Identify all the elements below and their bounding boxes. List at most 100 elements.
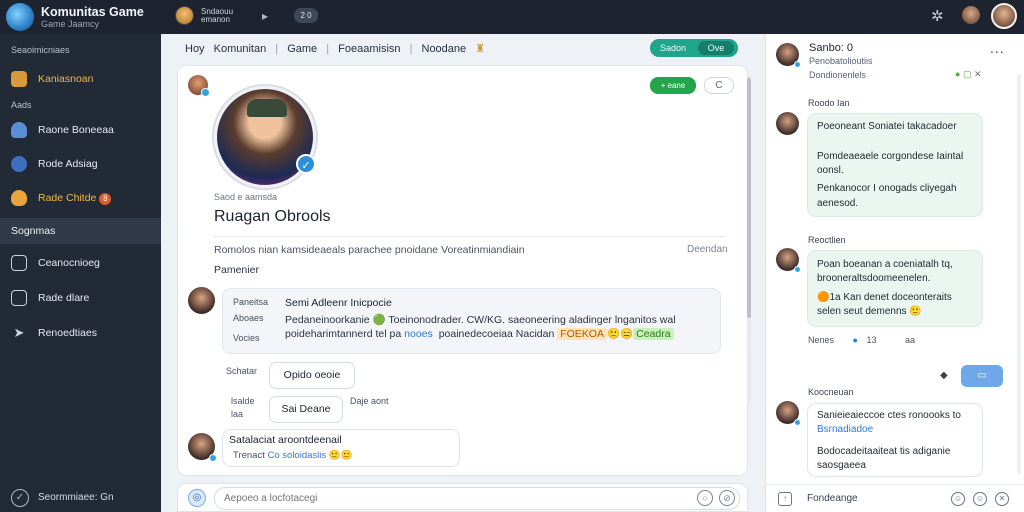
- thread-label: Roodo Ian: [808, 98, 850, 108]
- room-title: Ruagan Obrools: [214, 208, 331, 225]
- breadcrumb: Hoy Komunitan | Game | Foeaamisisn | Noo…: [185, 43, 486, 55]
- sidebar-item-rade-chitde[interactable]: Rade Chitde 8: [0, 185, 161, 211]
- message-bubble: Paneitsa Aboaes Vocies Semi Adleenr Inic…: [222, 288, 721, 354]
- thread-bubble: Poeoneant Soniatei takacadoer Pomdeaeael…: [807, 113, 983, 217]
- option-button[interactable]: Opido oeoie: [269, 362, 355, 389]
- tag-chip: FOEKOA: [557, 328, 607, 340]
- thread-bubble: Sanieieaieccoe ctes ronoooks to Bsrnadia…: [807, 403, 983, 477]
- app-subtitle: Game Jaamcy: [41, 19, 100, 29]
- section-title: Pamenier: [214, 264, 259, 276]
- thread-avatar[interactable]: [776, 248, 801, 273]
- attach-icon[interactable]: ↑: [778, 492, 792, 506]
- add-button[interactable]: + eane: [650, 77, 696, 94]
- panel-subtitle: Penobatolioutiis: [809, 56, 873, 66]
- message-text: Trenact Co soloidaslis 🙂🙂: [233, 450, 353, 461]
- panel-composer: ↑ Fondeange ☺ ☺ ✕: [766, 484, 1024, 512]
- message-text: Pedaneinoorkanie 🟢 Toeinonodrader. CW/KG…: [285, 314, 676, 326]
- thread-avatar[interactable]: [776, 112, 799, 135]
- breadcrumb-item[interactable]: Komunitan: [214, 43, 267, 55]
- sidebar-section-title: Aads: [11, 100, 32, 110]
- trophy-icon: ♜: [475, 43, 486, 55]
- app-title: Komunitas Game: [41, 5, 144, 19]
- send-icon: ➤: [13, 325, 25, 340]
- sidebar-item-renoedtiaes[interactable]: ➤ Renoedtiaes: [0, 320, 161, 346]
- divider: [214, 236, 725, 237]
- monitor-icon: [11, 255, 27, 271]
- emoji-icon[interactable]: ☺: [973, 492, 987, 506]
- gear-icon[interactable]: ✲: [931, 7, 944, 25]
- sidebar-item-rade-dlare[interactable]: Rade dlare: [0, 285, 161, 311]
- emoji-icon[interactable]: ☺: [951, 492, 965, 506]
- profile-icon[interactable]: [962, 6, 980, 24]
- clear-icon[interactable]: ✕: [995, 492, 1009, 506]
- more-icon[interactable]: ...: [990, 40, 1005, 56]
- top-bar: Komunitas Game Game Jaamcy Sndaouu emano…: [0, 0, 1024, 34]
- room-meta: Saod e aamsda: [214, 192, 278, 202]
- attach-icon[interactable]: ◎: [188, 489, 206, 507]
- owner-avatar[interactable]: [188, 75, 210, 97]
- user-avatar[interactable]: [175, 6, 194, 25]
- sidebar-item-active[interactable]: Sognmas: [0, 218, 161, 244]
- breadcrumb-item[interactable]: Foeaamisisn: [338, 43, 400, 55]
- notification-badge: 8: [99, 193, 112, 205]
- edit-icon: [11, 290, 27, 306]
- room-description: Romolos nian kamsideaeals parachee pnoid…: [214, 244, 525, 256]
- join-dropdown[interactable]: Ove: [698, 41, 734, 55]
- sidebar-footer: Seormmiaee: Gn: [38, 492, 114, 503]
- panel-actions[interactable]: ● ▢ ✕: [955, 69, 982, 80]
- panel-title: Sanbo: 0: [809, 42, 854, 54]
- message-input[interactable]: [214, 487, 740, 510]
- emoji-icon[interactable]: ○: [697, 490, 713, 506]
- refresh-button[interactable]: C: [704, 77, 734, 94]
- right-panel: Sanbo: 0 Penobatolioutiis Dondionenlels …: [765, 34, 1024, 512]
- fire-icon: [11, 190, 27, 206]
- panel-avatar[interactable]: [776, 43, 801, 68]
- tag-chip: Ceadra: [633, 328, 674, 340]
- option-hint: Daje aont: [350, 396, 389, 406]
- room-action-link[interactable]: Deendan: [687, 244, 728, 255]
- message-title: Satalaciat aroontdeenail: [229, 434, 342, 446]
- thread-label: Koocneuan: [808, 387, 854, 397]
- composer: ◎ ○ ⊘: [177, 483, 748, 512]
- sidebar-item-rode[interactable]: Rode Adsiag: [0, 151, 161, 177]
- rocket-icon: [11, 122, 27, 138]
- thread-avatar[interactable]: [776, 401, 801, 426]
- breadcrumb-item[interactable]: Game: [287, 43, 317, 55]
- thread-bubble: Poan boeanan a coeniatalh tq, brooneralt…: [807, 250, 983, 327]
- send-icon[interactable]: ⊘: [719, 490, 735, 506]
- settings-icon[interactable]: ✓: [11, 489, 29, 507]
- option-button[interactable]: Sai Deane: [269, 396, 343, 423]
- scrollbar-thumb[interactable]: [747, 78, 751, 318]
- expand-button[interactable]: ▭: [961, 365, 1003, 387]
- message-text: poideharimtannerd tel pa nooes poainedeco…: [285, 327, 674, 340]
- sidebar-item-raone[interactable]: Raone Boneeaa: [0, 117, 161, 143]
- play-icon[interactable]: ▸: [262, 9, 268, 23]
- join-button[interactable]: Sadon Ove: [650, 39, 738, 57]
- room-card: + eane C ✓ Saod e aamsda Ruagan Obrools …: [177, 65, 748, 476]
- sidebar: Seaoimicniaes Kaniasnoan Aads Raone Bone…: [0, 34, 161, 512]
- controller-icon: [11, 71, 27, 87]
- breadcrumb-item[interactable]: Noodane: [422, 43, 467, 55]
- panel-subtitle: Dondionenlels: [809, 70, 867, 80]
- panel-scrollbar[interactable]: [1017, 74, 1021, 474]
- globe-icon: [11, 156, 27, 172]
- breadcrumb-item[interactable]: Hoy: [185, 43, 205, 55]
- account-avatar[interactable]: [991, 3, 1017, 29]
- app-logo[interactable]: [6, 3, 34, 31]
- status-pill[interactable]: 2 0: [294, 8, 318, 23]
- thread-label: Reoctlien: [808, 235, 846, 245]
- verified-icon: ✓: [296, 154, 316, 174]
- message-avatar[interactable]: [188, 287, 215, 314]
- option-label: Schatar: [226, 366, 258, 376]
- message-avatar[interactable]: [188, 433, 217, 462]
- message-title: Semi Adleenr Inicpocie: [285, 297, 392, 309]
- user-name[interactable]: Sndaouu emanon: [201, 8, 233, 24]
- thread-stats: Nenes ● 13 aa: [808, 335, 916, 345]
- panel-input[interactable]: Fondeange: [807, 493, 858, 504]
- option-label: lsalde: [231, 396, 255, 406]
- sidebar-item-ceanocnioeg[interactable]: Ceanocnioeg: [0, 250, 161, 276]
- pin-icon[interactable]: ◆: [940, 370, 948, 381]
- option-label: laa: [231, 409, 244, 419]
- sidebar-section-title: Seaoimicniaes: [11, 45, 70, 55]
- sidebar-item-kaniasnoan[interactable]: Kaniasnoan: [0, 66, 161, 92]
